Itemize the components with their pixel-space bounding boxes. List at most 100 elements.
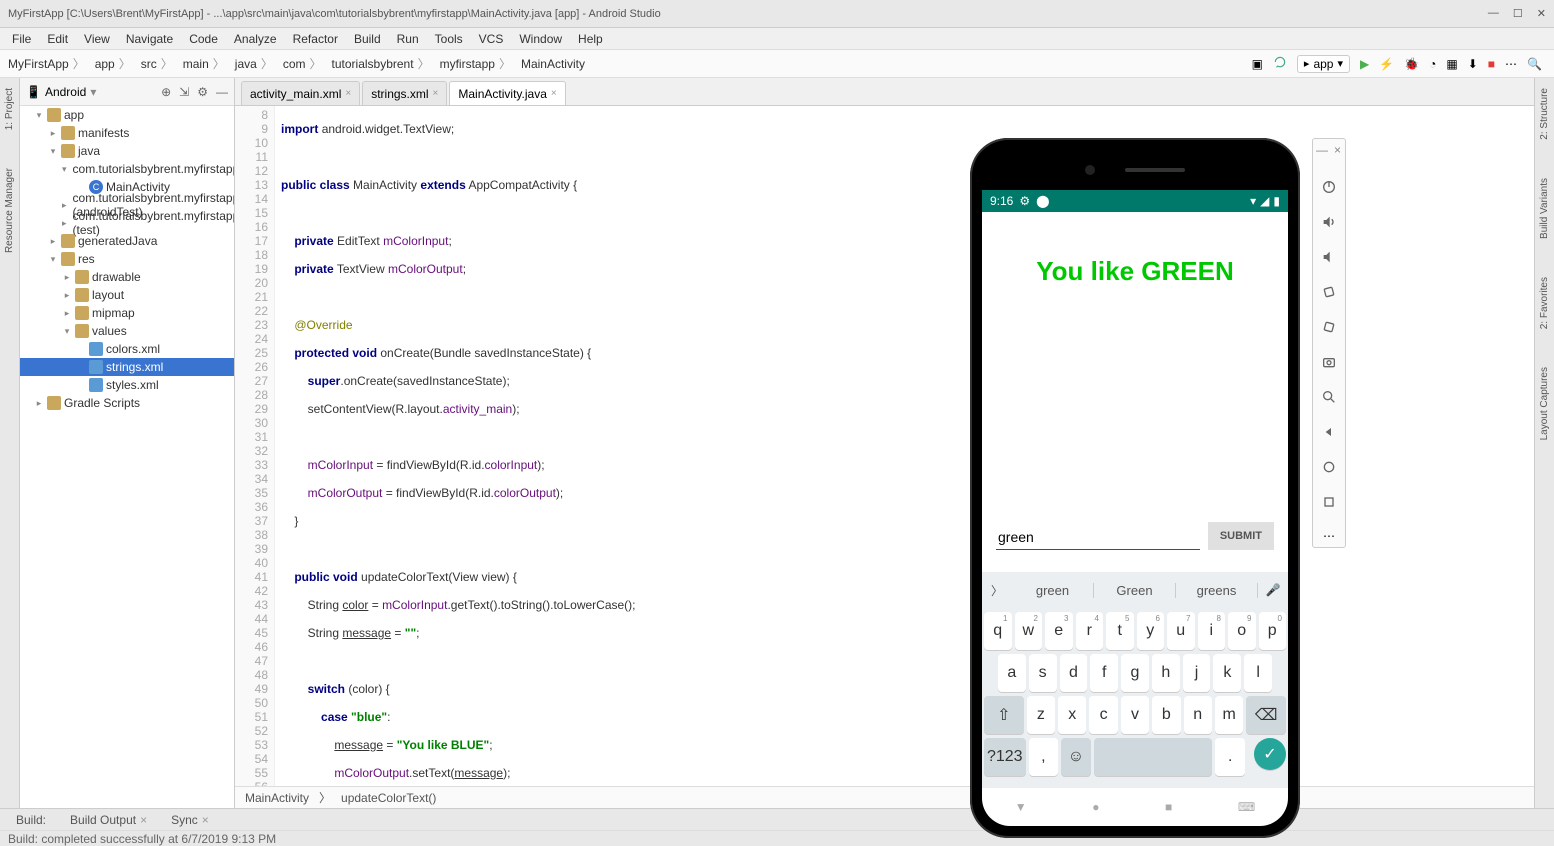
stop-icon[interactable]: ■ [1488,57,1495,71]
key-symbols[interactable]: ?123 [984,738,1026,776]
zoom-icon[interactable] [1321,389,1337,408]
tree-node-strings[interactable]: strings.xml [20,358,234,376]
key-z[interactable]: z [1027,696,1055,734]
tab-close-icon[interactable]: × [433,88,439,99]
editor-tab[interactable]: MainActivity.java× [449,81,565,105]
key-f[interactable]: f [1090,654,1118,692]
key-a[interactable]: a [998,654,1026,692]
volume-up-icon[interactable] [1321,214,1337,233]
debug-icon[interactable]: 🐞 [1404,57,1419,71]
tree-node-java[interactable]: ▾java [20,142,234,160]
rotate-right-icon[interactable] [1321,319,1337,338]
tool-tab-resource[interactable]: Resource Manager [4,164,15,257]
color-input[interactable] [996,525,1200,550]
menu-build[interactable]: Build [348,30,387,48]
tree-node-colors[interactable]: colors.xml [20,340,234,358]
mic-icon[interactable]: 🎤 [1258,583,1288,597]
attach-debugger-icon[interactable]: ▣ [1252,57,1263,71]
tool-tab-variants[interactable]: Build Variants [1539,174,1550,243]
tool-tab-captures[interactable]: Layout Captures [1539,363,1550,444]
tool-tab-project[interactable]: 1: Project [4,84,15,134]
tree-node-pkg[interactable]: ▸com.tutorialsbybrent.myfirstapp (test) [20,214,234,232]
home-icon[interactable] [1321,459,1337,478]
avd-manager-icon[interactable]: ▦ [1446,57,1457,71]
crumb-class[interactable]: MainActivity [245,791,309,805]
key-r[interactable]: r4 [1076,612,1104,650]
emu-minimize-icon[interactable]: — [1316,143,1328,159]
run-icon[interactable]: ▶ [1360,57,1369,71]
key-emoji[interactable]: ☺ [1061,738,1091,776]
breadcrumb[interactable]: java〉 [231,53,279,74]
menu-help[interactable]: Help [572,30,609,48]
apply-changes-icon[interactable]: ⚡ [1379,57,1394,71]
more-icon[interactable]: ⋯ [1505,57,1517,71]
key-i[interactable]: i8 [1198,612,1226,650]
nav-keyboard-icon[interactable]: ⌨ [1238,800,1255,814]
tree-node-pkg[interactable]: ▾com.tutorialsbybrent.myfirstapp [20,160,234,178]
key-space[interactable] [1094,738,1213,776]
tool-tab-favorites[interactable]: 2: Favorites [1539,273,1550,333]
target-icon[interactable]: ⊕ [161,85,171,99]
profile-icon[interactable]: ◔ [1429,57,1436,71]
tab-close-icon[interactable]: × [551,88,557,99]
key-s[interactable]: s [1029,654,1057,692]
key-shift[interactable]: ⇧ [984,696,1024,734]
key-enter[interactable]: ✓ [1254,738,1286,770]
tree-node-mipmap[interactable]: ▸mipmap [20,304,234,322]
key-b[interactable]: b [1152,696,1180,734]
key-period[interactable]: . [1215,738,1245,776]
nav-back-icon[interactable]: ▼ [1015,800,1027,814]
hide-icon[interactable]: — [216,85,228,99]
build-output-tab[interactable]: Build Output× [62,811,155,829]
crumb-method[interactable]: updateColorText() [341,791,436,805]
submit-button[interactable]: SUBMIT [1208,522,1274,550]
menu-view[interactable]: View [78,30,116,48]
key-comma[interactable]: , [1029,738,1059,776]
rotate-left-icon[interactable] [1321,284,1337,303]
key-l[interactable]: l [1244,654,1272,692]
close-icon[interactable]: ✕ [1537,7,1546,20]
key-j[interactable]: j [1183,654,1211,692]
power-icon[interactable] [1321,179,1337,198]
key-backspace[interactable]: ⌫ [1246,696,1286,734]
collapse-icon[interactable]: ⇲ [179,85,189,99]
volume-down-icon[interactable] [1321,249,1337,268]
key-x[interactable]: x [1058,696,1086,734]
tab-close-icon[interactable]: × [345,88,351,99]
tree-node-manifests[interactable]: ▸manifests [20,124,234,142]
menu-code[interactable]: Code [183,30,224,48]
key-t[interactable]: t5 [1106,612,1134,650]
tree-node-layout[interactable]: ▸layout [20,286,234,304]
key-n[interactable]: n [1184,696,1212,734]
key-v[interactable]: v [1121,696,1149,734]
key-k[interactable]: k [1213,654,1241,692]
breadcrumb[interactable]: main〉 [179,53,231,74]
menu-tools[interactable]: Tools [429,30,469,48]
menu-analyze[interactable]: Analyze [228,30,283,48]
suggestion[interactable]: Green [1094,583,1176,598]
menu-edit[interactable]: Edit [41,30,74,48]
key-u[interactable]: u7 [1167,612,1195,650]
key-g[interactable]: g [1121,654,1149,692]
key-h[interactable]: h [1152,654,1180,692]
tree-node-styles[interactable]: styles.xml [20,376,234,394]
breadcrumb[interactable]: app〉 [91,53,137,74]
suggestion[interactable]: greens [1176,583,1258,598]
key-c[interactable]: c [1089,696,1117,734]
screenshot-icon[interactable] [1321,354,1337,373]
menu-refactor[interactable]: Refactor [287,30,344,48]
sync-tab[interactable]: Sync× [163,811,217,829]
suggestion[interactable]: green [1012,583,1094,598]
more-icon[interactable]: ⋯ [1323,529,1335,543]
menu-file[interactable]: File [6,30,37,48]
maximize-icon[interactable]: ☐ [1513,7,1523,20]
tree-node-res[interactable]: ▾res [20,250,234,268]
tool-tab-structure[interactable]: 2: Structure [1539,84,1550,144]
sync-icon[interactable] [1273,55,1287,72]
gear-icon[interactable]: ⚙ [197,85,208,99]
menu-window[interactable]: Window [513,30,568,48]
tree-node-values[interactable]: ▾values [20,322,234,340]
key-w[interactable]: w2 [1015,612,1043,650]
breadcrumb[interactable]: MainActivity [517,55,589,73]
sdk-manager-icon[interactable]: ⬇ [1468,57,1478,71]
